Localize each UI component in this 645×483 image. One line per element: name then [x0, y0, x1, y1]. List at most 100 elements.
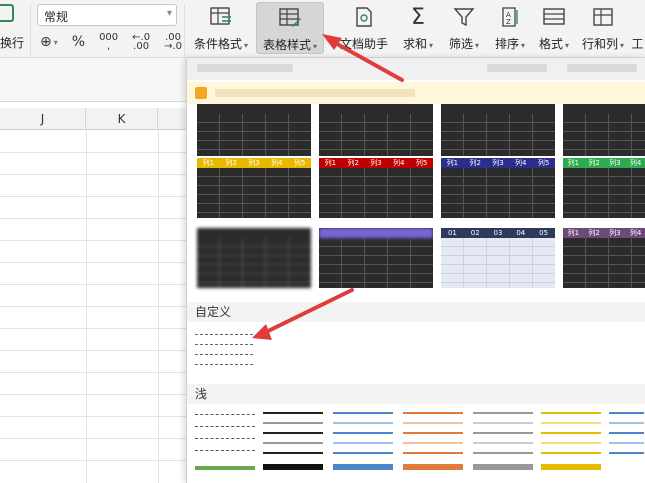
style-grid: [441, 114, 555, 156]
chevron-down-icon: ▾: [429, 41, 434, 50]
table-style-label: 表格样式: [262, 38, 311, 52]
light-style-option[interactable]: [607, 410, 645, 470]
light-style-option[interactable]: [471, 410, 535, 470]
column-header[interactable]: [158, 108, 186, 130]
gallery-header-blur: [487, 64, 547, 72]
chevron-down-icon: ▾: [244, 41, 249, 50]
table-style-option[interactable]: 列1 列2 列3 列4 列5: [441, 158, 555, 218]
row-gridline: [0, 306, 186, 307]
column-header[interactable]: J: [0, 108, 86, 130]
table-style-option[interactable]: [319, 104, 433, 156]
table-style-option[interactable]: 01 02 03 04 05: [441, 228, 555, 288]
chevron-down-icon[interactable]: ▾: [54, 38, 58, 47]
chevron-down-icon: ▾: [166, 8, 172, 19]
number-format-value: 常规: [44, 10, 69, 24]
custom-style-option[interactable]: [195, 330, 255, 374]
style-line: [473, 452, 533, 454]
style-line: [333, 452, 393, 454]
table-style-option[interactable]: [197, 228, 311, 288]
light-style-option[interactable]: [193, 410, 257, 470]
row-gridline: [0, 372, 186, 373]
rows-columns-label: 行和列: [581, 37, 618, 51]
number-format-select[interactable]: 常规 ▾: [37, 4, 177, 26]
table-style-option[interactable]: 列1 列2 列3 列4 列5: [319, 158, 433, 218]
style-line: [195, 438, 255, 439]
row-gridline: [0, 240, 186, 241]
style-grid: [319, 168, 433, 218]
style-line: [473, 422, 533, 424]
style-line: [541, 442, 601, 444]
style-line: [195, 426, 255, 427]
conditional-format-label: 条件格式: [193, 37, 242, 51]
wrap-text-icon[interactable]: [0, 4, 14, 22]
tip-icon: [195, 87, 207, 99]
row-gridline: [0, 196, 186, 197]
style-line: [333, 464, 393, 470]
style-grid: [197, 238, 311, 288]
format-icon: [541, 5, 567, 29]
row-gridline: [0, 460, 186, 461]
style-grid: [563, 168, 645, 218]
style-line: [333, 442, 393, 444]
sum-button[interactable]: Σ 求和 ▾: [398, 2, 438, 54]
style-line: [195, 344, 253, 345]
sort-icon: AZ: [497, 5, 523, 29]
style-grid: [441, 168, 555, 218]
row-gridline: [0, 218, 186, 219]
light-style-option[interactable]: [401, 410, 465, 470]
ribbon-separator: [184, 4, 185, 60]
table-style-option[interactable]: [563, 104, 645, 156]
table-style-option[interactable]: 列1 列2 列3 列4: [563, 158, 645, 218]
style-header: 列1 列2 列3 列4: [563, 228, 645, 238]
format-button[interactable]: 格式 ▾: [534, 2, 574, 54]
gallery-header-blur: [567, 64, 637, 72]
chevron-down-icon: ▾: [313, 42, 318, 51]
table-style-option[interactable]: [319, 228, 433, 288]
wrap-text-label[interactable]: 换行: [0, 34, 24, 51]
style-header: 列1 列2 列3 列4 列5: [197, 158, 311, 168]
style-line: [541, 464, 601, 470]
worksheet-icon: [630, 5, 645, 29]
spreadsheet-grid: J K: [0, 58, 186, 483]
style-line: [195, 450, 255, 451]
document-assistant-label: 文档助手: [339, 37, 388, 51]
light-style-option[interactable]: [331, 410, 395, 470]
style-line: [195, 414, 255, 415]
light-style-option[interactable]: [539, 410, 603, 470]
style-line: [403, 422, 463, 424]
thousands-separator-icon[interactable]: 000,: [99, 33, 118, 52]
sort-button[interactable]: AZ 排序 ▾: [490, 2, 530, 54]
section-custom: 自定义: [187, 302, 645, 322]
style-line: [609, 452, 644, 454]
worksheet-button[interactable]: 工: [630, 2, 645, 54]
light-style-option[interactable]: [261, 410, 325, 470]
table-style-button[interactable]: 表格样式 ▾: [256, 2, 324, 54]
document-assistant-icon: [351, 5, 377, 29]
increase-decimal-icon[interactable]: ←.0.00: [132, 33, 150, 52]
conditional-format-button[interactable]: 条件格式 ▾: [188, 2, 254, 54]
row-gridline: [0, 438, 186, 439]
table-style-gallery: 列1 列2 列3 列4 列5 列1 列2 列3 列4 列5 列1 列2 列3 列4 列5 列1 列2 列3 列…: [186, 58, 645, 483]
style-line: [263, 464, 323, 470]
style-line: [263, 452, 323, 454]
filter-button[interactable]: 筛选 ▾: [444, 2, 484, 54]
percent-icon[interactable]: %: [72, 34, 85, 50]
document-assistant-button[interactable]: 文档助手: [336, 2, 392, 54]
style-grid: [319, 114, 433, 156]
style-grid: [197, 114, 311, 156]
rows-columns-button[interactable]: 行和列 ▾: [578, 2, 628, 54]
chevron-down-icon: ▾: [475, 41, 480, 50]
table-style-option[interactable]: [197, 104, 311, 156]
svg-text:Z: Z: [506, 18, 511, 26]
conditional-format-icon: [208, 5, 234, 29]
table-style-option[interactable]: 列1 列2 列3 列4: [563, 228, 645, 288]
style-header: 列1 列2 列3 列4: [563, 158, 645, 168]
gallery-header: [187, 58, 645, 80]
column-header[interactable]: K: [86, 108, 158, 130]
currency-icon[interactable]: ⊕: [40, 34, 52, 50]
table-style-option[interactable]: [441, 104, 555, 156]
decrease-decimal-icon[interactable]: .00 →.0: [164, 33, 182, 52]
table-style-option[interactable]: 列1 列2 列3 列4 列5: [197, 158, 311, 218]
filter-label: 筛选: [448, 37, 473, 51]
style-grid: [197, 168, 311, 218]
